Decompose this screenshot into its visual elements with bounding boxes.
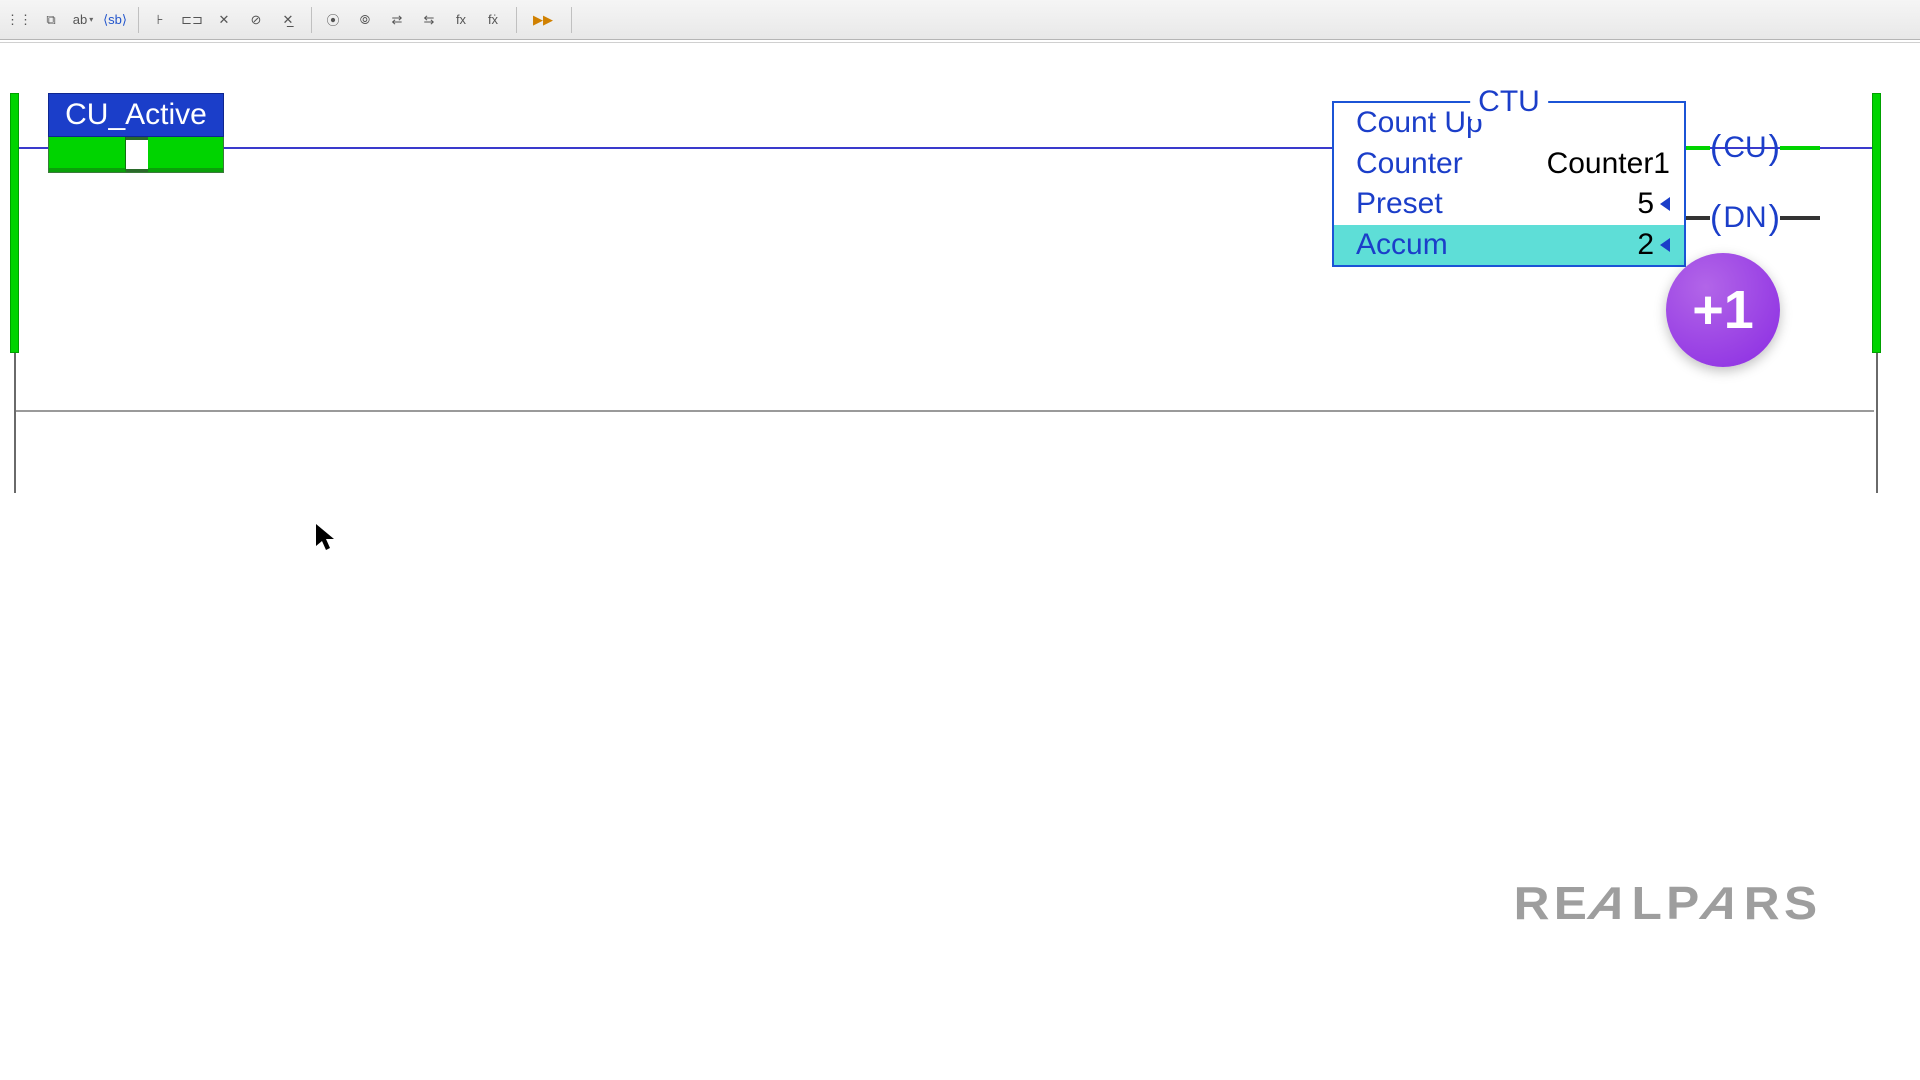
tb-rung-icon[interactable]: ⊦	[145, 5, 175, 35]
toolbar: ⋮⋮ ⧉ ab ⟨sb⟩ ⊦ ⊏⊐ ✕ ⊘ ✕̲ ⦿ ⦾ ⇄ ⇆ fx fẋ ▶…	[0, 0, 1920, 40]
ctu-desc: Count Up	[1356, 106, 1483, 141]
tb-btn-1[interactable]: ⋮⋮	[4, 5, 34, 35]
ctu-preset-key: Preset	[1356, 187, 1443, 222]
ctu-preset-value: 5	[1637, 187, 1670, 222]
right-rail-extension	[1876, 353, 1878, 493]
tb-btn-sb[interactable]: ⟨sb⟩	[100, 5, 130, 35]
tb-coil1-icon[interactable]: ⦿	[318, 5, 348, 35]
output-coil-dn[interactable]: ( DN )	[1686, 201, 1820, 235]
tb-mov2-icon[interactable]: ⇆	[414, 5, 444, 35]
preset-arrow-icon	[1660, 197, 1670, 211]
toolbar-separator-2	[311, 7, 312, 33]
coil-dn-label: DN	[1721, 201, 1768, 235]
contact-label: CU_Active	[48, 93, 224, 137]
tb-branch-icon[interactable]: ⊏⊐	[177, 5, 207, 35]
tb-fx2-icon[interactable]: fẋ	[478, 5, 508, 35]
tb-mov1-icon[interactable]: ⇄	[382, 5, 412, 35]
tb-xic-icon[interactable]: ✕	[209, 5, 239, 35]
ctu-accum-value: 2	[1637, 228, 1670, 263]
output-coil-cu[interactable]: ( CU )	[1686, 131, 1820, 165]
tb-run-icon[interactable]: ▶▶	[523, 5, 563, 35]
left-rail-extension	[14, 353, 16, 493]
watermark-logo: REALPARS	[1514, 876, 1822, 930]
ctu-title: CTU	[1470, 85, 1548, 119]
ctu-accum-key: Accum	[1356, 228, 1448, 263]
toolbar-separator-4	[571, 7, 572, 33]
ctu-counter-key: Counter	[1356, 147, 1463, 182]
toolbar-separator-1	[138, 7, 139, 33]
contact-symbol	[48, 137, 224, 173]
tb-btn-2[interactable]: ⧉	[36, 5, 66, 35]
toolbar-separator-3	[516, 7, 517, 33]
ctu-instruction-block[interactable]: CTU Count Up Counter Counter1 Preset 5 A…	[1332, 101, 1686, 267]
ctu-counter-value: Counter1	[1547, 147, 1670, 182]
contact-cu-active[interactable]: CU_Active	[48, 93, 224, 173]
ladder-editor[interactable]: CU_Active CTU Count Up Counter Counter1 …	[0, 43, 1920, 443]
tb-fx1-icon[interactable]: fx	[446, 5, 476, 35]
increment-badge: +1	[1666, 253, 1780, 367]
ctu-row-accum[interactable]: Accum 2	[1334, 225, 1684, 266]
coil-cu-label: CU	[1721, 131, 1768, 165]
left-power-rail	[10, 93, 19, 353]
rung-divider	[16, 410, 1874, 412]
ctu-row-counter[interactable]: Counter Counter1	[1334, 144, 1684, 185]
accum-arrow-icon	[1660, 238, 1670, 252]
tb-ote-icon[interactable]: ⊘	[241, 5, 271, 35]
tb-otl-icon[interactable]: ✕̲	[273, 5, 303, 35]
ctu-row-preset[interactable]: Preset 5	[1334, 184, 1684, 225]
right-power-rail	[1872, 93, 1881, 353]
tb-coil2-icon[interactable]: ⦾	[350, 5, 380, 35]
tb-btn-ab[interactable]: ab	[68, 5, 98, 35]
increment-badge-text: +1	[1692, 279, 1754, 341]
